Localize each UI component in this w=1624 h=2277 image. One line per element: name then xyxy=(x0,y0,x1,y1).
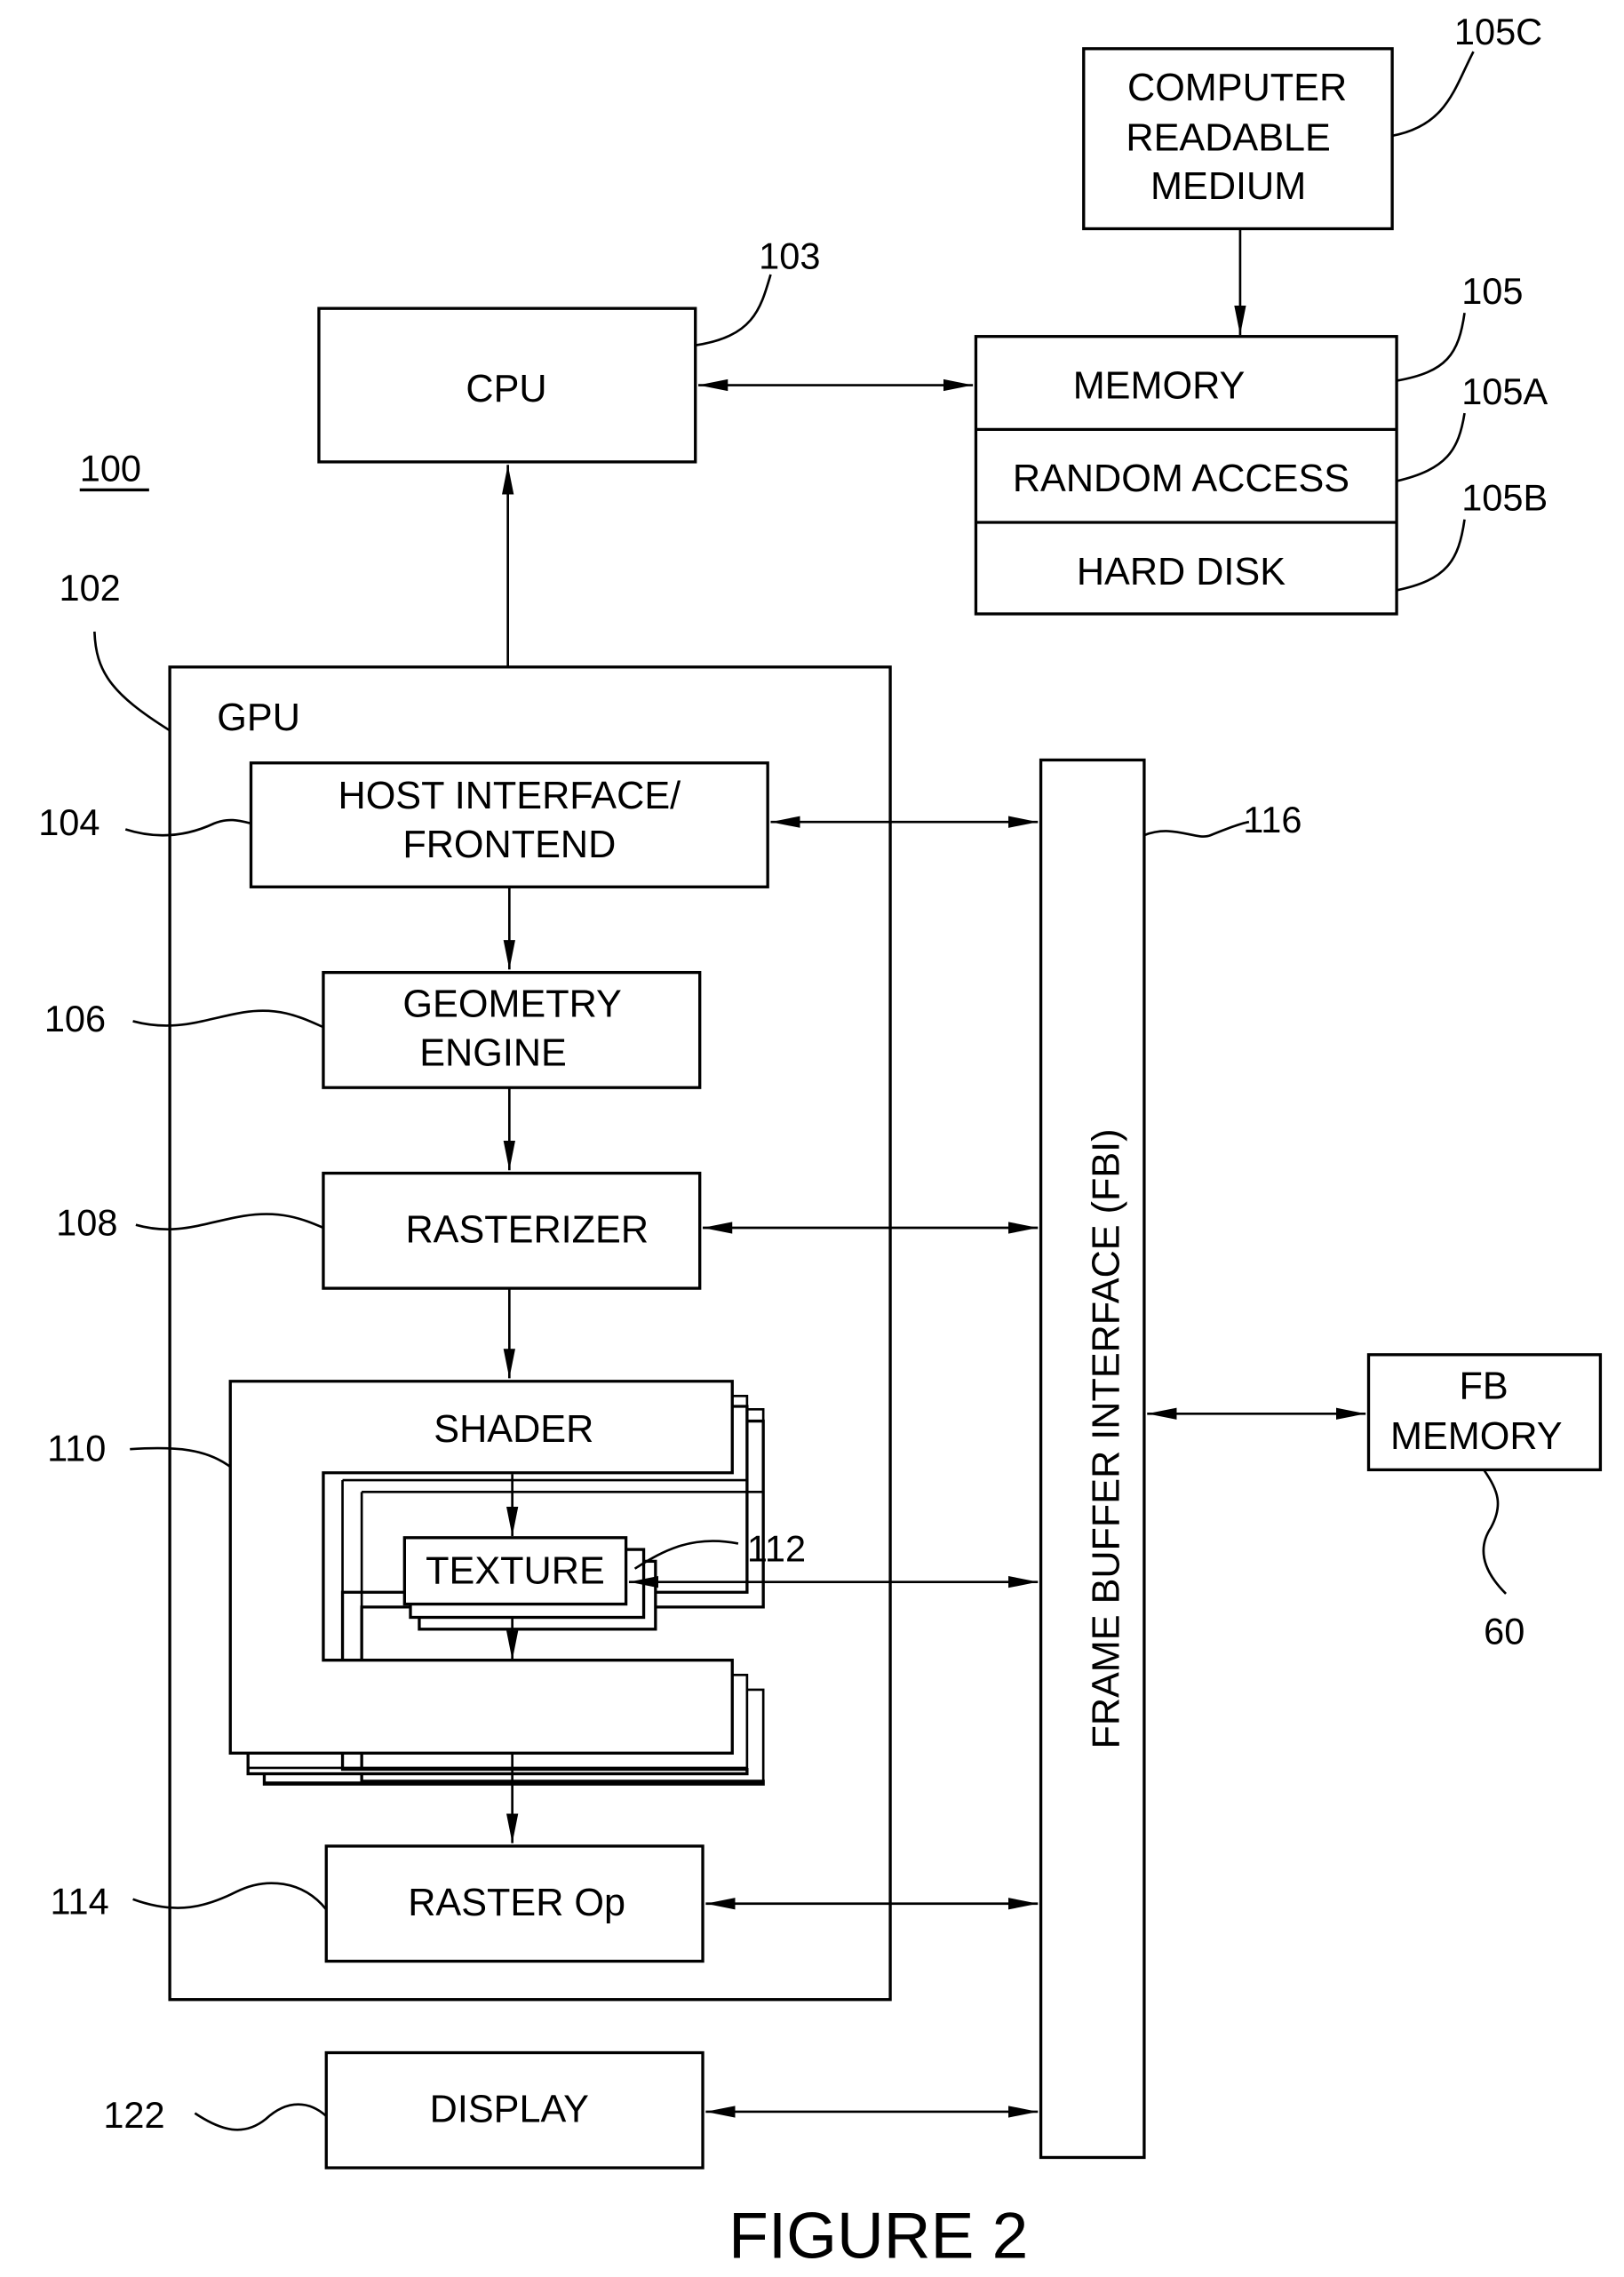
random-access-ref: 105A xyxy=(1461,370,1548,412)
frame-buffer-interface-block: FRAME BUFFER INTERFACE (FBI) 116 xyxy=(1039,758,1302,2160)
system-ref-text: 100 xyxy=(80,448,141,490)
display-label: DISPLAY xyxy=(430,2089,589,2131)
cpu-ref: 103 xyxy=(759,235,820,276)
fbi-label: FRAME BUFFER INTERFACE (FBI) xyxy=(1086,1128,1128,1748)
host-line-1: HOST INTERFACE/ xyxy=(338,775,681,817)
memory-block: MEMORY RANDOM ACCESS HARD DISK 105 105A … xyxy=(974,270,1548,616)
memory-ref: 105 xyxy=(1461,270,1523,312)
fbi-ref: 116 xyxy=(1243,799,1302,840)
block-diagram: 100 COMPUTER READABLE MEDIUM 105C MEMORY… xyxy=(38,11,1603,2272)
display-block: DISPLAY 122 xyxy=(103,2050,705,2170)
host-ref: 104 xyxy=(38,801,100,843)
fbmem-line-1: FB xyxy=(1460,1365,1509,1408)
hard-disk-ref: 105B xyxy=(1461,477,1548,519)
cpu-label: CPU xyxy=(466,368,546,410)
gpu-label: GPU xyxy=(217,697,300,739)
figure-caption: FIGURE 2 xyxy=(728,2200,1028,2272)
memory-label: MEMORY xyxy=(1073,364,1246,407)
host-line-2: FRONTEND xyxy=(402,824,616,866)
raster-op-ref: 114 xyxy=(51,1880,109,1922)
geometry-line-2: ENGINE xyxy=(419,1031,567,1074)
geometry-ref: 106 xyxy=(44,998,106,1039)
host-interface-block: HOST INTERFACE/ FRONTEND 104 xyxy=(38,761,769,888)
rasterizer-ref: 108 xyxy=(56,1201,117,1243)
crm-line-3: MEDIUM xyxy=(1150,165,1306,208)
geometry-engine-block: GEOMETRY ENGINE 106 xyxy=(44,970,702,1089)
fbmem-ref: 60 xyxy=(1484,1610,1524,1652)
shader-ref: 110 xyxy=(47,1427,106,1469)
shader-label: SHADER xyxy=(434,1408,593,1451)
geometry-line-1: GEOMETRY xyxy=(402,983,621,1025)
gpu-ref: 102 xyxy=(59,567,120,609)
fb-memory-block: FB MEMORY 60 xyxy=(1366,1353,1603,1652)
raster-op-label: RASTER Op xyxy=(408,1882,625,1924)
crm-ref: 105C xyxy=(1454,11,1542,52)
system-ref-100: 100 xyxy=(79,448,149,492)
texture-label: TEXTURE xyxy=(426,1549,605,1592)
rasterizer-label: RASTERIZER xyxy=(405,1209,649,1252)
texture-ref: 112 xyxy=(747,1527,806,1569)
display-ref: 122 xyxy=(103,2094,164,2136)
random-access-label: RANDOM ACCESS xyxy=(1013,458,1349,500)
fbmem-line-2: MEMORY xyxy=(1390,1415,1563,1458)
cpu-block: CPU 103 xyxy=(317,235,820,464)
crm-line-1: COMPUTER xyxy=(1127,67,1347,109)
computer-readable-medium-block: COMPUTER READABLE MEDIUM 105C xyxy=(1082,11,1542,231)
raster-op-block: RASTER Op 114 xyxy=(51,1844,705,1963)
crm-line-2: READABLE xyxy=(1126,116,1330,159)
hard-disk-label: HARD DISK xyxy=(1077,551,1286,593)
rasterizer-block: RASTERIZER 108 xyxy=(56,1171,702,1290)
